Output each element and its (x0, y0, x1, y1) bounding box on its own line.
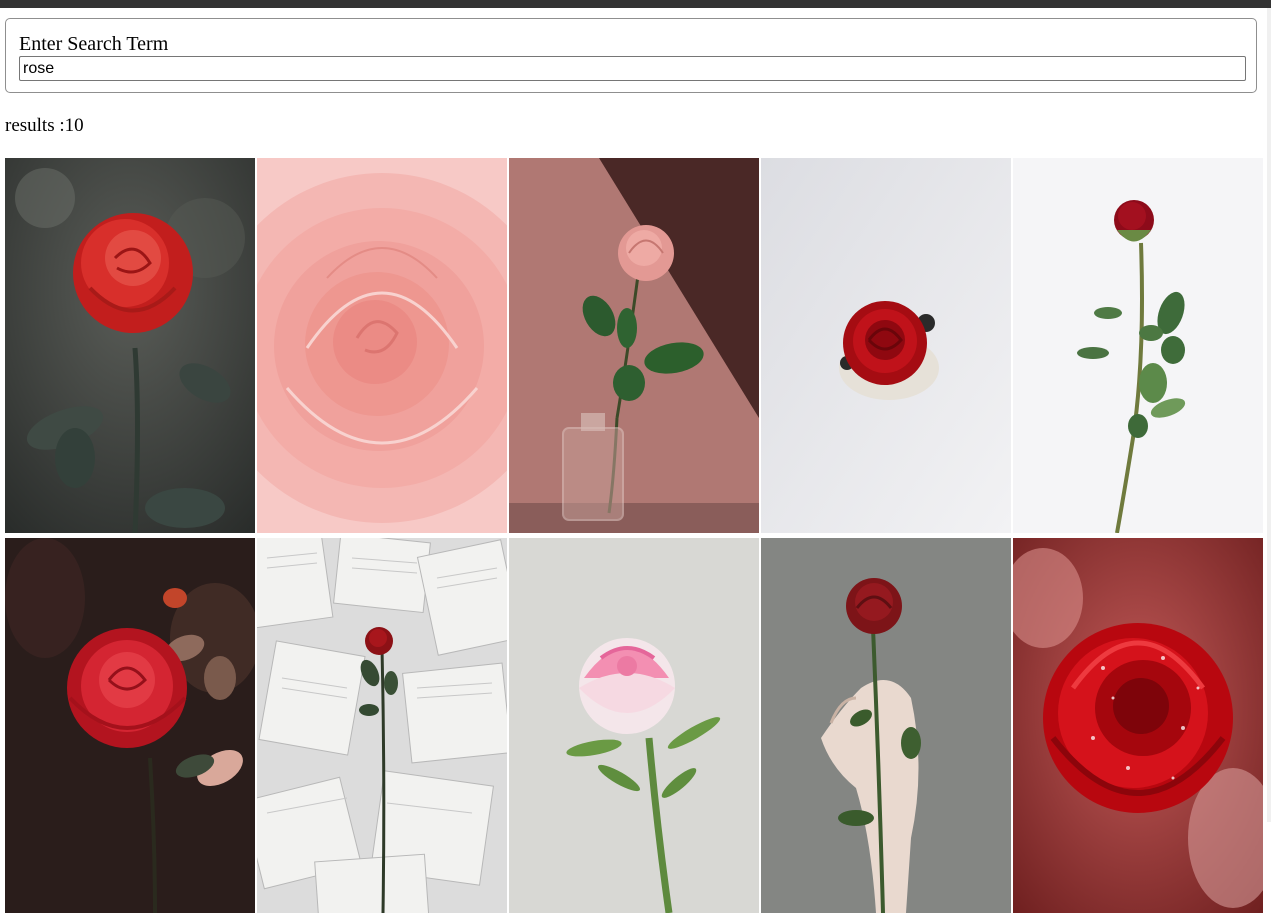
image-tile-2[interactable] (257, 158, 507, 533)
results-count: results :10 (5, 115, 84, 136)
image-tile-9[interactable] (761, 538, 1011, 913)
search-input[interactable] (19, 56, 1246, 81)
image-tile-8[interactable] (509, 538, 759, 913)
top-bar (0, 0, 1271, 8)
rose-image-9 (761, 538, 1011, 913)
image-tile-6[interactable] (5, 538, 255, 913)
rose-image-7 (257, 538, 507, 913)
image-tile-7[interactable] (257, 538, 507, 913)
scrollbar-track[interactable] (1267, 8, 1271, 822)
rose-image-6 (5, 538, 255, 913)
search-fieldset: Enter Search Term (5, 18, 1257, 93)
rose-image-5 (1013, 158, 1263, 533)
rose-image-3 (509, 158, 759, 533)
image-tile-3[interactable] (509, 158, 759, 533)
rose-image-8 (509, 538, 759, 913)
image-tile-5[interactable] (1013, 158, 1263, 533)
rose-image-10 (1013, 538, 1263, 913)
image-tile-4[interactable] (761, 158, 1011, 533)
image-tile-1[interactable] (5, 158, 255, 533)
search-label: Enter Search Term (19, 33, 169, 55)
rose-image-1 (5, 158, 255, 533)
image-tile-10[interactable] (1013, 538, 1263, 913)
rose-image-2 (257, 158, 507, 533)
image-grid (5, 158, 1265, 913)
rose-image-4 (761, 158, 1011, 533)
